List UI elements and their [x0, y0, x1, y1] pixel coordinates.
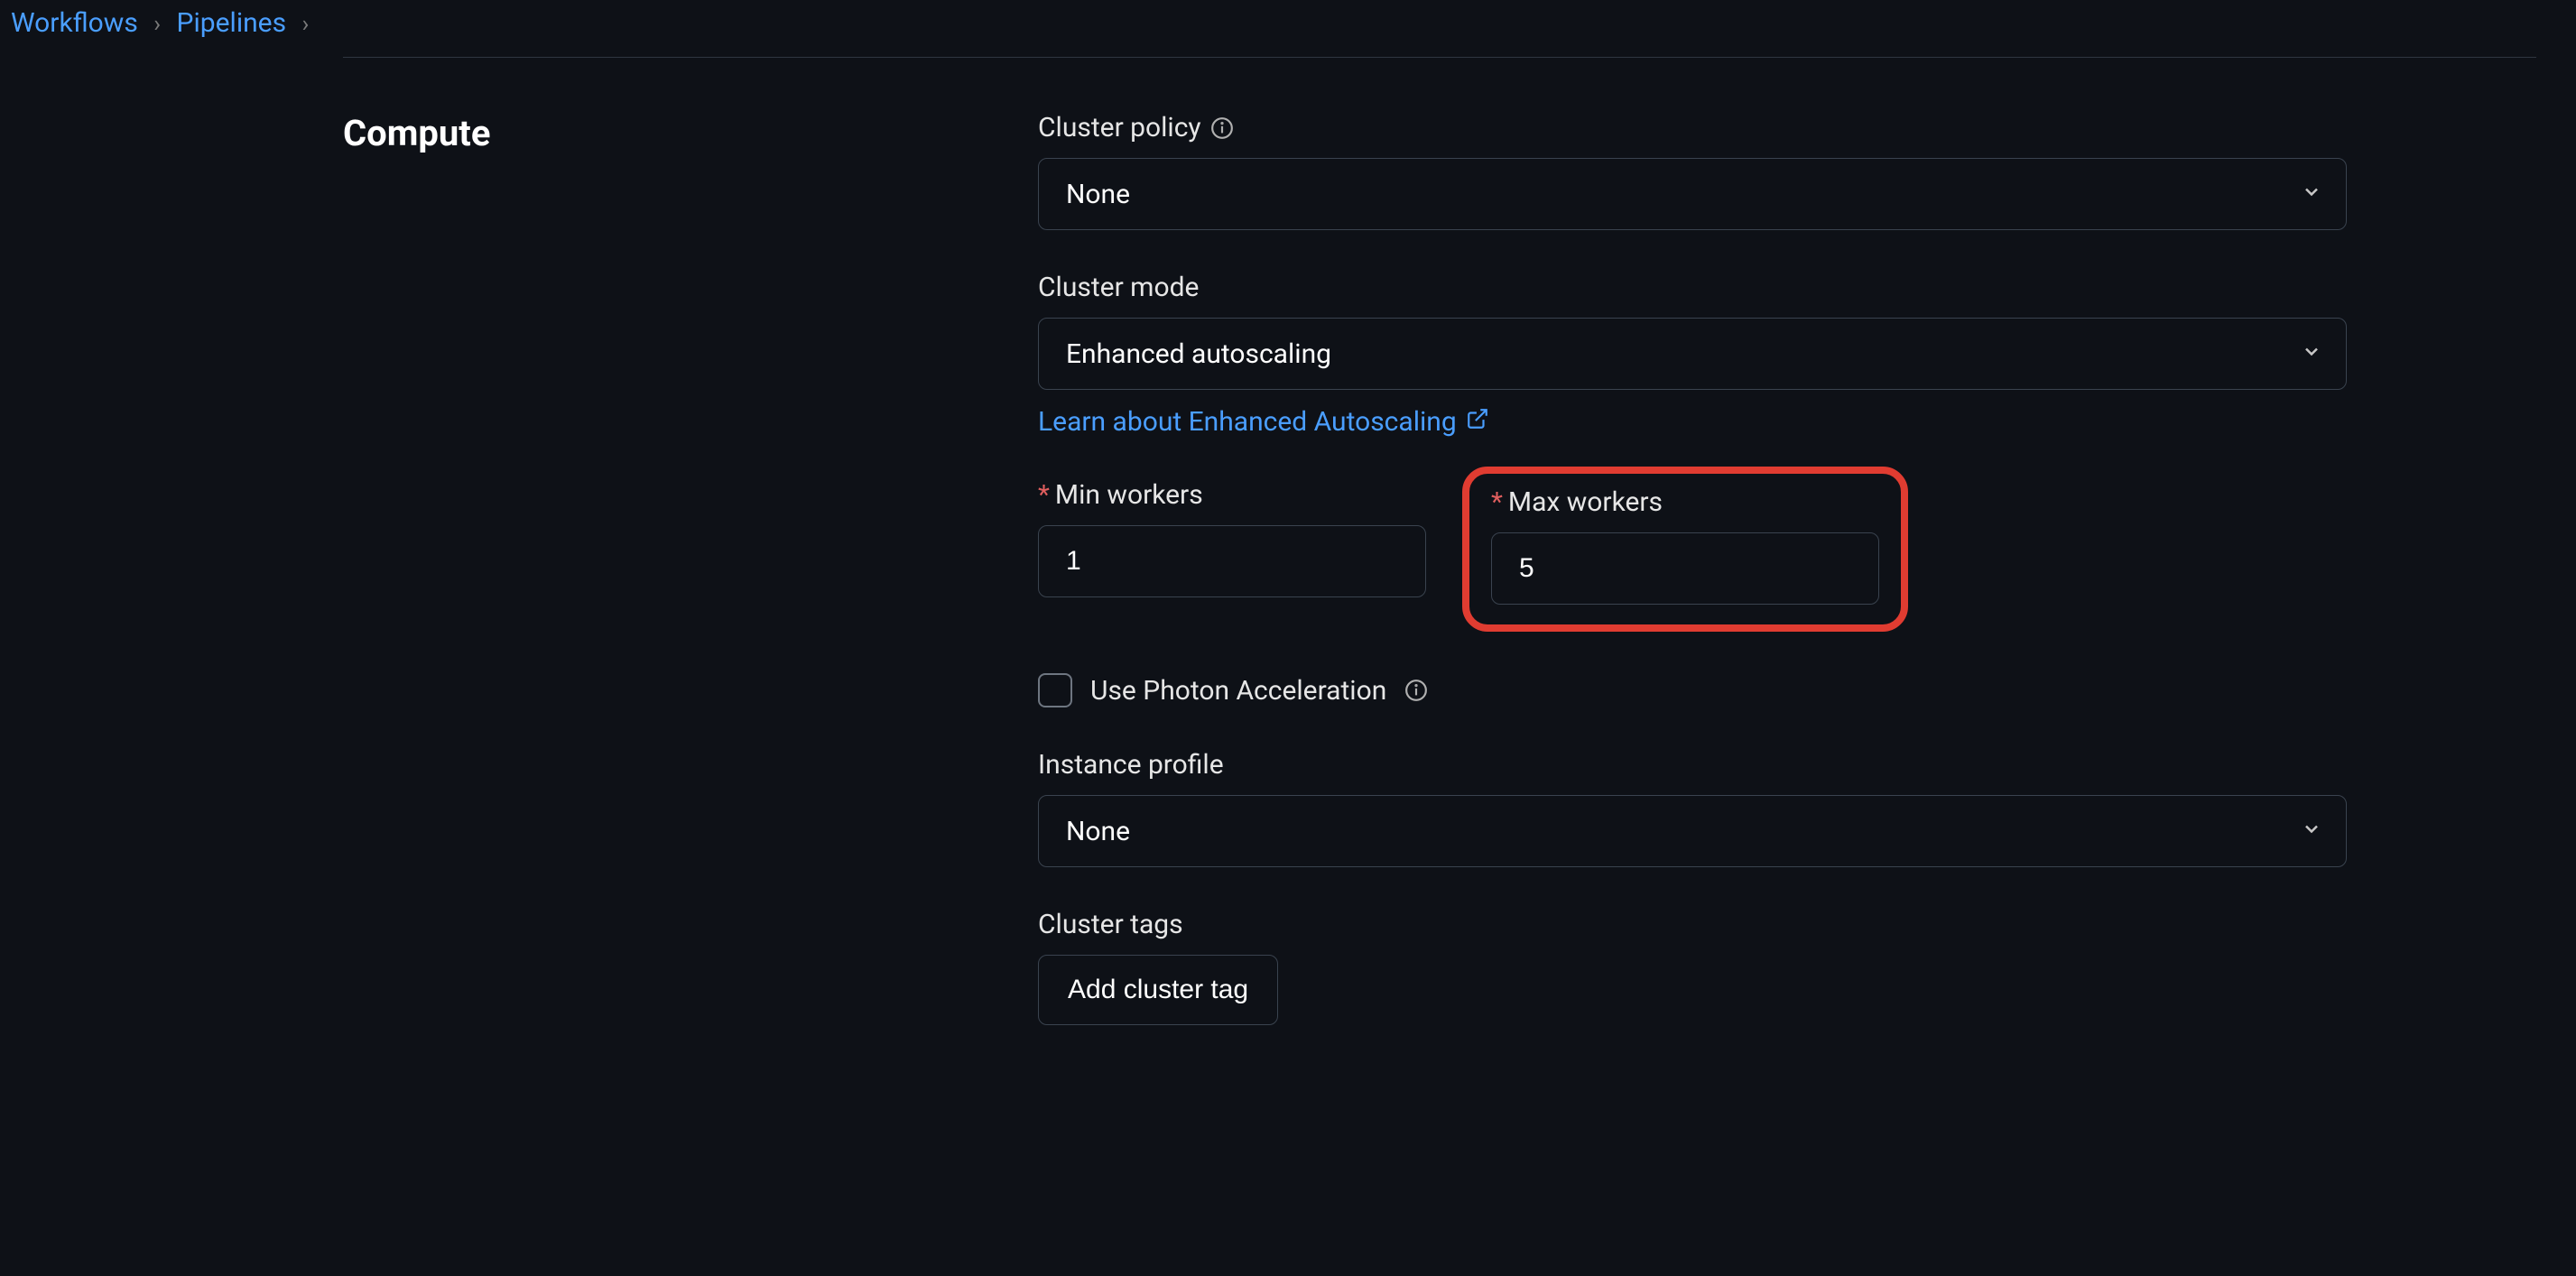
instance-profile-label: Instance profile	[1038, 749, 1224, 781]
cluster-tags-field: Cluster tags Add cluster tag	[1038, 909, 2347, 1025]
photon-label: Use Photon Acceleration	[1090, 675, 1386, 707]
min-workers-label: Min workers	[1055, 479, 1203, 511]
info-icon[interactable]	[1404, 679, 1428, 702]
breadcrumb-pipelines[interactable]: Pipelines	[177, 7, 287, 39]
breadcrumb-workflows[interactable]: Workflows	[11, 7, 138, 39]
max-workers-highlight: *Max workers	[1462, 467, 1908, 632]
link-text: Learn about Enhanced Autoscaling	[1038, 406, 1457, 438]
max-workers-input[interactable]	[1491, 532, 1879, 605]
chevron-down-icon	[2301, 816, 2322, 847]
cluster-tags-label: Cluster tags	[1038, 909, 1183, 940]
instance-profile-value: None	[1066, 816, 1130, 847]
chevron-right-icon: ›	[153, 11, 161, 38]
cluster-mode-select[interactable]: Enhanced autoscaling	[1038, 318, 2347, 390]
min-workers-input[interactable]	[1038, 525, 1426, 597]
info-icon[interactable]	[1210, 116, 1234, 140]
photon-checkbox[interactable]	[1038, 673, 1072, 707]
breadcrumb: Workflows › Pipelines ›	[0, 0, 2576, 57]
workers-row: *Min workers *Max workers	[1038, 479, 2347, 632]
instance-profile-field: Instance profile None	[1038, 749, 2347, 867]
cluster-policy-select[interactable]: None	[1038, 158, 2347, 230]
max-workers-field: *Max workers	[1491, 486, 1879, 605]
cluster-policy-field: Cluster policy None	[1038, 112, 2347, 230]
instance-profile-select[interactable]: None	[1038, 795, 2347, 867]
chevron-right-icon: ›	[302, 11, 310, 38]
photon-field: Use Photon Acceleration	[1038, 673, 2347, 707]
cluster-mode-label: Cluster mode	[1038, 272, 1199, 303]
external-link-icon	[1466, 406, 1489, 438]
chevron-down-icon	[2301, 338, 2322, 370]
enhanced-autoscaling-link[interactable]: Learn about Enhanced Autoscaling	[1038, 406, 1489, 438]
cluster-mode-field: Cluster mode Enhanced autoscaling Learn …	[1038, 272, 2347, 438]
cluster-policy-label: Cluster policy	[1038, 112, 1201, 143]
cluster-mode-value: Enhanced autoscaling	[1066, 338, 1331, 370]
required-asterisk: *	[1491, 486, 1503, 518]
required-asterisk: *	[1038, 479, 1050, 511]
min-workers-field: *Min workers	[1038, 479, 1426, 597]
add-cluster-tag-button[interactable]: Add cluster tag	[1038, 955, 1278, 1025]
cluster-policy-value: None	[1066, 179, 1130, 210]
section-title-compute: Compute	[343, 112, 1038, 1067]
chevron-down-icon	[2301, 179, 2322, 210]
max-workers-label: Max workers	[1508, 486, 1663, 518]
